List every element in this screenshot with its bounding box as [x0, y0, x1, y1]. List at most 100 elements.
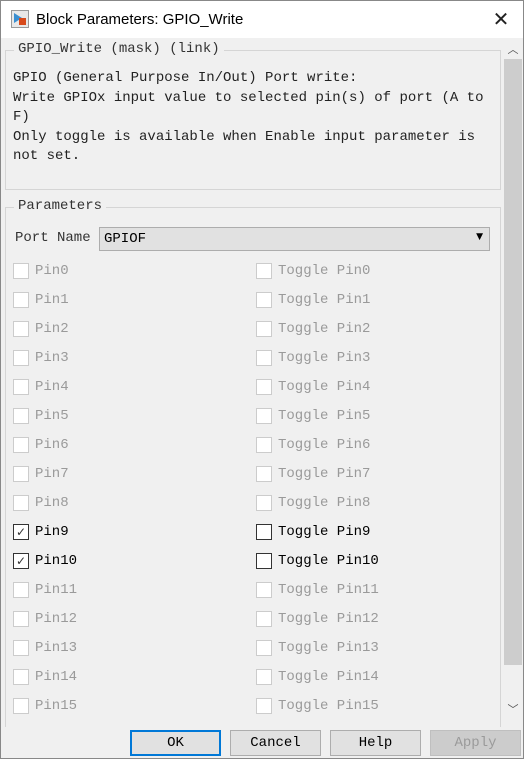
cancel-button[interactable]: Cancel	[230, 730, 321, 756]
pin-checkbox-row[interactable]: Pin11	[13, 580, 77, 600]
pin-checkbox-row[interactable]: Pin1	[13, 290, 69, 310]
pin-checkbox-row[interactable]: Pin2	[13, 319, 69, 339]
pin-checkbox[interactable]	[13, 495, 29, 511]
toggle-pin-label: Toggle Pin9	[278, 524, 371, 540]
pin-label: Pin12	[35, 611, 78, 627]
toggle-pin-checkbox[interactable]	[256, 640, 272, 656]
toggle-pin-label: Toggle Pin6	[278, 437, 371, 453]
toggle-pin-checkbox-row[interactable]: Toggle Pin3	[256, 348, 370, 368]
toggle-pin-checkbox-row[interactable]: Toggle Pin10	[256, 551, 379, 571]
pin-label: Pin0	[35, 263, 69, 279]
scroll-up-icon[interactable]: ︿	[503, 41, 523, 57]
toggle-pin-label: Toggle Pin2	[278, 321, 371, 337]
pin-label: Pin8	[35, 495, 69, 511]
toggle-pin-checkbox-row[interactable]: Toggle Pin5	[256, 406, 370, 426]
toggle-pin-checkbox-row[interactable]: Toggle Pin4	[256, 377, 370, 397]
ok-button[interactable]: OK	[130, 730, 221, 756]
pin-checkbox[interactable]	[13, 640, 29, 656]
toggle-pin-label: Toggle Pin12	[278, 611, 379, 627]
toggle-pin-checkbox[interactable]	[256, 582, 272, 598]
toggle-pin-label: Toggle Pin15	[278, 698, 379, 714]
pin-checkbox-row[interactable]: Pin4	[13, 377, 69, 397]
pin-label: Pin10	[35, 553, 78, 569]
pin-checkbox-row[interactable]: Pin7	[13, 464, 69, 484]
apply-button[interactable]: Apply	[430, 730, 521, 756]
toggle-pin-checkbox[interactable]	[256, 379, 272, 395]
pin-checkbox[interactable]	[13, 263, 29, 279]
toggle-pin-checkbox[interactable]	[256, 466, 272, 482]
pin-checkbox[interactable]: ✓	[13, 553, 29, 569]
port-name-select[interactable]: GPIOF ▼	[99, 227, 490, 251]
pin-checkbox[interactable]	[13, 379, 29, 395]
pin-label: Pin5	[35, 408, 69, 424]
toggle-pin-checkbox[interactable]	[256, 263, 272, 279]
pin-checkbox[interactable]	[13, 437, 29, 453]
toggle-pin-checkbox[interactable]	[256, 321, 272, 337]
toggle-pin-checkbox[interactable]	[256, 698, 272, 714]
toggle-pin-checkbox-row[interactable]: Toggle Pin15	[256, 696, 379, 716]
toggle-pin-checkbox[interactable]	[256, 408, 272, 424]
pin-checkbox[interactable]	[13, 669, 29, 685]
pin-checkbox[interactable]	[13, 466, 29, 482]
toggle-pin-label: Toggle Pin0	[278, 263, 371, 279]
pin-checkbox-row[interactable]: Pin8	[13, 493, 69, 513]
pin-checkbox-row[interactable]: Pin12	[13, 609, 77, 629]
toggle-pin-checkbox-row[interactable]: Toggle Pin1	[256, 290, 370, 310]
pin-checkbox-row[interactable]: Pin15	[13, 696, 77, 716]
pin-checkbox[interactable]	[13, 292, 29, 308]
toggle-pin-checkbox-row[interactable]: Toggle Pin13	[256, 638, 379, 658]
pin-checkbox[interactable]	[13, 350, 29, 366]
pin-label: Pin4	[35, 379, 69, 395]
toggle-pin-checkbox-row[interactable]: Toggle Pin12	[256, 609, 379, 629]
toggle-pin-checkbox[interactable]	[256, 350, 272, 366]
toggle-pin-checkbox[interactable]	[256, 292, 272, 308]
pin-label: Pin3	[35, 350, 69, 366]
toggle-pin-checkbox[interactable]	[256, 495, 272, 511]
pin-label: Pin6	[35, 437, 69, 453]
pin-checkbox[interactable]: ✓	[13, 524, 29, 540]
pin-checkbox[interactable]	[13, 408, 29, 424]
port-name-label: Port Name	[15, 230, 91, 246]
pin-checkbox[interactable]	[13, 611, 29, 627]
pin-checkbox-row[interactable]: Pin5	[13, 406, 69, 426]
pin-label: Pin11	[35, 582, 78, 598]
toggle-pin-checkbox[interactable]	[256, 553, 272, 569]
dropdown-arrow-icon: ▼	[476, 232, 483, 242]
title-bar: Block Parameters: GPIO_Write ✕	[1, 1, 523, 38]
toggle-pin-checkbox-row[interactable]: Toggle Pin0	[256, 261, 370, 281]
port-name-value: GPIOF	[104, 231, 147, 247]
pin-checkbox[interactable]	[13, 321, 29, 337]
help-button[interactable]: Help	[330, 730, 421, 756]
toggle-pin-label: Toggle Pin1	[278, 292, 371, 308]
toggle-pin-checkbox-row[interactable]: Toggle Pin6	[256, 435, 370, 455]
toggle-pin-checkbox-row[interactable]: Toggle Pin11	[256, 580, 379, 600]
block-parameters-dialog: Block Parameters: GPIO_Write ✕ GPIO_Writ…	[0, 0, 524, 759]
toggle-pin-checkbox[interactable]	[256, 524, 272, 540]
pin-checkbox-row[interactable]: ✓ Pin9	[13, 522, 69, 542]
toggle-pin-label: Toggle Pin5	[278, 408, 371, 424]
toggle-pin-checkbox-row[interactable]: Toggle Pin2	[256, 319, 370, 339]
pin-checkbox-row[interactable]: Pin6	[13, 435, 69, 455]
pin-checkbox-row[interactable]: Pin3	[13, 348, 69, 368]
pin-checkbox[interactable]	[13, 582, 29, 598]
pin-checkbox-row[interactable]: Pin14	[13, 667, 77, 687]
toggle-pin-checkbox-row[interactable]: Toggle Pin8	[256, 493, 370, 513]
pin-checkbox[interactable]	[13, 698, 29, 714]
toggle-pin-checkbox[interactable]	[256, 437, 272, 453]
toggle-pin-checkbox-row[interactable]: Toggle Pin14	[256, 667, 379, 687]
pin-checkbox-row[interactable]: Pin13	[13, 638, 77, 658]
scroll-down-icon[interactable]: ﹀	[503, 701, 523, 717]
pin-checkbox-row[interactable]: Pin0	[13, 261, 69, 281]
close-icon[interactable]: ✕	[489, 7, 513, 31]
pin-checkbox-row[interactable]: ✓ Pin10	[13, 551, 77, 571]
pin-label: Pin9	[35, 524, 69, 540]
toggle-pin-label: Toggle Pin11	[278, 582, 379, 598]
toggle-pin-checkbox[interactable]	[256, 611, 272, 627]
pin-label: Pin7	[35, 466, 69, 482]
toggle-pin-checkbox-row[interactable]: Toggle Pin7	[256, 464, 370, 484]
scrollbar-thumb[interactable]	[504, 59, 522, 665]
toggle-pin-checkbox-row[interactable]: Toggle Pin9	[256, 522, 370, 542]
toggle-pin-checkbox[interactable]	[256, 669, 272, 685]
toggle-pin-label: Toggle Pin13	[278, 640, 379, 656]
vertical-scrollbar[interactable]: ︿ ﹀	[503, 39, 523, 719]
